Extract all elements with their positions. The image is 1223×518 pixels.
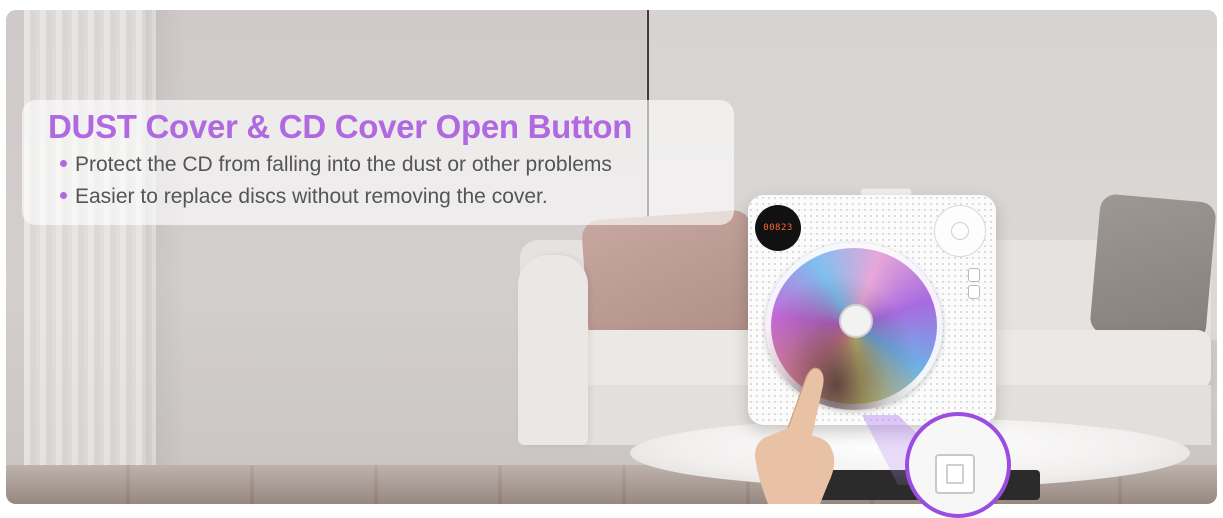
curtain xyxy=(24,10,156,504)
sofa-arm xyxy=(518,255,588,445)
player-display: 00823 xyxy=(755,205,801,251)
pointing-hand xyxy=(755,367,835,504)
bullet-dot-icon xyxy=(60,191,67,199)
feature-text: Protect the CD from falling into the dus… xyxy=(75,153,612,176)
bullet-dot-icon xyxy=(60,159,67,167)
feature-item: Protect the CD from falling into the dus… xyxy=(60,153,612,177)
open-button-icon xyxy=(935,454,975,494)
open-button-inner xyxy=(946,464,964,484)
side-button-down-icon xyxy=(968,285,980,299)
zoom-callout xyxy=(905,412,1011,518)
headline: DUST Cover & CD Cover Open Button xyxy=(48,108,633,145)
pink-pillow xyxy=(580,209,760,346)
curtain-shadow xyxy=(146,10,186,504)
feature-item: Easier to replace discs without removing… xyxy=(60,185,548,209)
control-center-button xyxy=(951,222,969,240)
feature-text: Easier to replace discs without removing… xyxy=(75,185,548,208)
gray-pillow xyxy=(1089,193,1217,343)
side-button-up-icon xyxy=(968,268,980,282)
disc-hub xyxy=(839,304,873,338)
